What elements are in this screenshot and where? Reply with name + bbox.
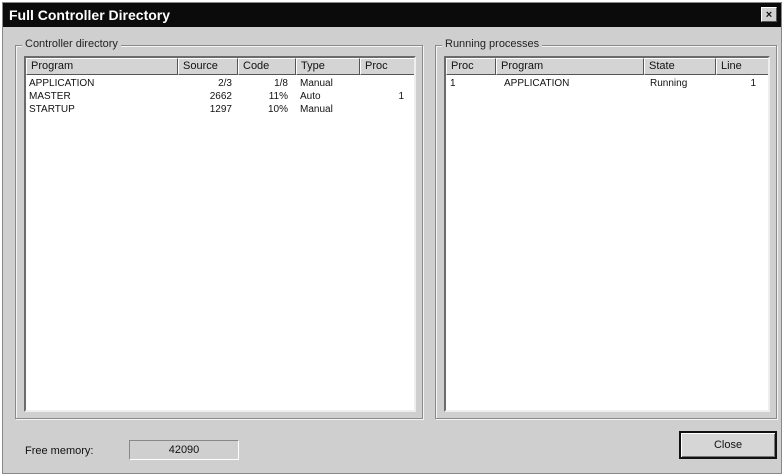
controller-directory-list[interactable]: Program Source Code Type Proc APPLICATIO… xyxy=(24,56,416,412)
cell-code: 10% xyxy=(267,104,288,115)
free-memory-value: 42090 xyxy=(129,440,239,460)
column-header-type[interactable]: Type xyxy=(296,58,360,75)
free-memory-label: Free memory: xyxy=(25,445,94,457)
table-row[interactable]: 1 APPLICATION Running 1 xyxy=(446,78,768,90)
column-header-proc[interactable]: Proc xyxy=(446,58,496,75)
column-header-proc[interactable]: Proc xyxy=(360,58,414,75)
controller-directory-group: Controller directory Program Source Code… xyxy=(15,38,423,419)
table-row[interactable]: APPLICATION 2/3 1/8 Manual xyxy=(26,78,414,90)
column-header-source[interactable]: Source xyxy=(178,58,238,75)
close-icon[interactable]: × xyxy=(761,7,777,22)
cell-source: 1297 xyxy=(209,104,232,115)
cell-state: Running xyxy=(650,78,688,89)
table-row[interactable]: STARTUP 1297 10% Manual xyxy=(26,104,414,116)
column-header-code[interactable]: Code xyxy=(238,58,296,75)
table-row[interactable]: MASTER 2662 11% Auto 1 xyxy=(26,91,414,103)
cell-type: Auto xyxy=(300,91,321,102)
cell-source: 2662 xyxy=(209,91,232,102)
controller-directory-header: Program Source Code Type Proc xyxy=(26,58,414,75)
close-button[interactable]: Close xyxy=(679,431,777,459)
cell-source: 2/3 xyxy=(218,78,232,89)
cell-program: APPLICATION xyxy=(29,78,95,89)
title-bar[interactable]: Full Controller Directory × xyxy=(3,3,781,27)
cell-type: Manual xyxy=(300,78,333,89)
cell-program: STARTUP xyxy=(29,104,75,115)
cell-proc: 1 xyxy=(398,91,404,102)
cell-line: 1 xyxy=(750,78,756,89)
window-title: Full Controller Directory xyxy=(9,7,171,23)
cell-program: MASTER xyxy=(29,91,71,102)
cell-type: Manual xyxy=(300,104,333,115)
column-header-state[interactable]: State xyxy=(644,58,716,75)
running-processes-group: Running processes Proc Program State Lin… xyxy=(435,38,777,419)
column-header-program[interactable]: Program xyxy=(496,58,644,75)
running-processes-title: Running processes xyxy=(442,38,543,50)
cell-code: 11% xyxy=(268,91,288,102)
cell-proc: 1 xyxy=(450,78,456,89)
cell-code: 1/8 xyxy=(274,78,288,89)
column-header-line[interactable]: Line xyxy=(716,58,768,75)
controller-directory-window: Full Controller Directory × Controller d… xyxy=(2,2,782,474)
column-header-program[interactable]: Program xyxy=(26,58,178,75)
running-processes-header: Proc Program State Line xyxy=(446,58,768,75)
cell-program: APPLICATION xyxy=(504,78,570,89)
running-processes-list[interactable]: Proc Program State Line 1 APPLICATION Ru… xyxy=(444,56,770,412)
controller-directory-title: Controller directory xyxy=(22,38,121,50)
